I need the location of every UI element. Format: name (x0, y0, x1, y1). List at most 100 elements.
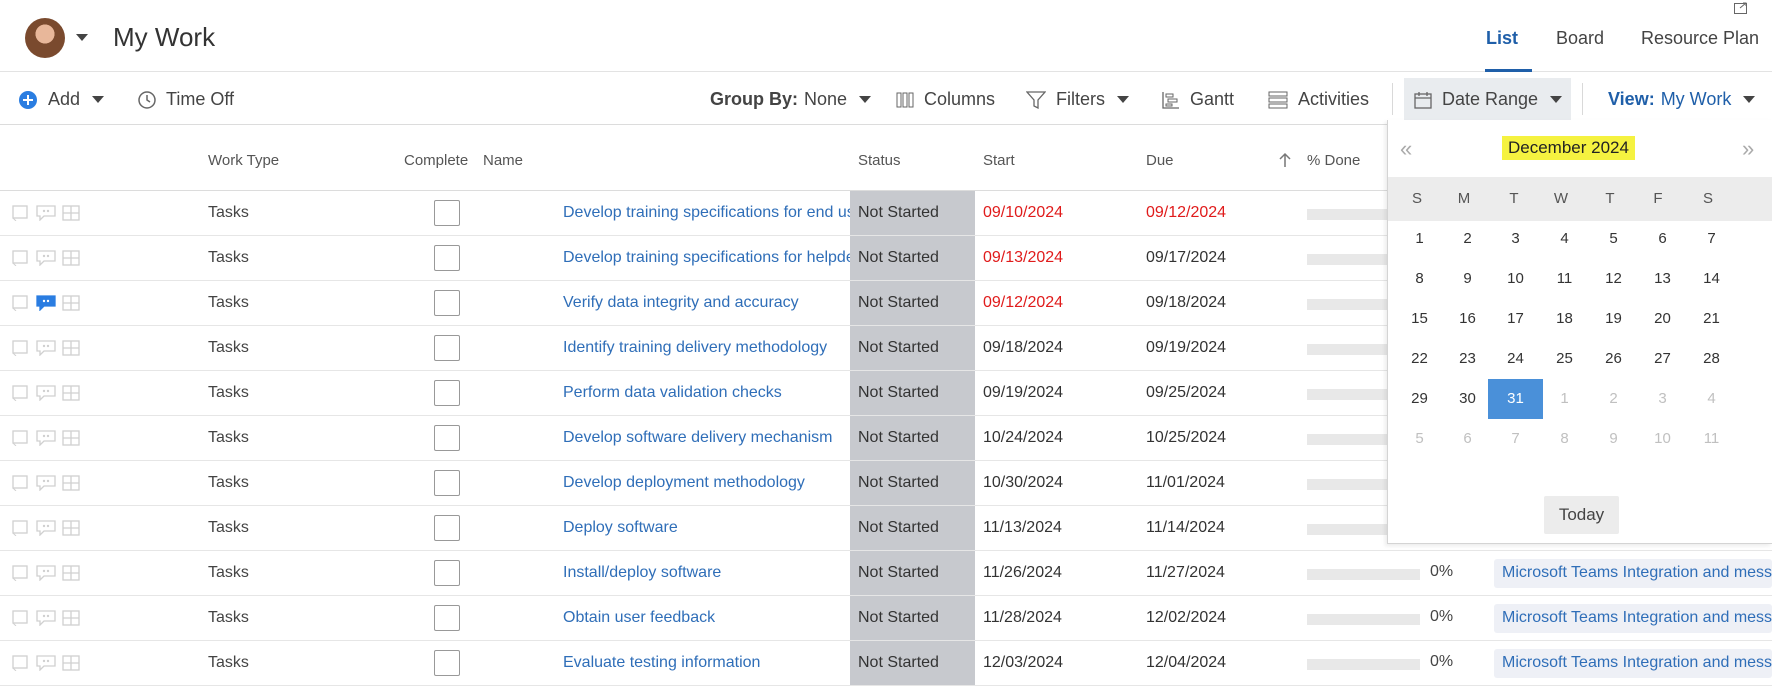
status-cell[interactable]: Not Started (858, 609, 939, 627)
layout-icon[interactable] (62, 520, 80, 536)
calendar-day[interactable]: 16 (1440, 299, 1495, 339)
project-tag[interactable]: Microsoft Teams Integration and messagin… (1494, 604, 1772, 633)
complete-checkbox[interactable] (434, 650, 460, 676)
status-cell[interactable]: Not Started (858, 384, 939, 402)
table-row[interactable]: Tasks Install/deploy software Not Started 1… (0, 551, 1772, 596)
calendar-day[interactable]: 1 (1392, 219, 1447, 259)
note-icon[interactable] (12, 520, 30, 536)
start-date-cell[interactable]: 09/19/2024 (983, 384, 1063, 402)
next-month-icon[interactable]: » (1742, 136, 1754, 162)
due-date-cell[interactable]: 12/04/2024 (1146, 654, 1226, 672)
calendar-day[interactable]: 18 (1537, 299, 1592, 339)
calendar-day[interactable]: 22 (1392, 339, 1447, 379)
calendar-day[interactable]: 4 (1537, 219, 1592, 259)
status-cell[interactable]: Not Started (858, 474, 939, 492)
calendar-day-selected[interactable]: 31 (1488, 379, 1543, 419)
column-header-work-type[interactable]: Work Type (208, 152, 279, 169)
date-range-dropdown[interactable]: Date Range (1414, 89, 1563, 110)
calendar-day[interactable]: 5 (1392, 419, 1447, 459)
due-date-cell[interactable]: 09/17/2024 (1146, 249, 1226, 267)
start-date-cell[interactable]: 12/03/2024 (983, 654, 1063, 672)
start-date-cell[interactable]: 11/26/2024 (983, 564, 1062, 582)
layout-icon[interactable] (62, 295, 80, 311)
column-header-percent-done[interactable]: % Done (1307, 152, 1360, 169)
activities-button[interactable]: Activities (1268, 89, 1369, 110)
complete-checkbox[interactable] (434, 335, 460, 361)
due-date-cell[interactable]: 09/18/2024 (1146, 294, 1226, 312)
comment-icon[interactable] (36, 205, 56, 221)
calendar-day[interactable]: 10 (1635, 419, 1690, 459)
gantt-button[interactable]: Gantt (1162, 89, 1234, 110)
layout-icon[interactable] (62, 475, 80, 491)
due-date-cell[interactable]: 11/27/2024 (1146, 564, 1225, 582)
calendar-day[interactable]: 11 (1684, 419, 1739, 459)
comment-icon[interactable] (36, 655, 56, 671)
note-icon[interactable] (12, 565, 30, 581)
complete-checkbox[interactable] (434, 425, 460, 451)
column-header-status[interactable]: Status (858, 152, 901, 169)
note-icon[interactable] (12, 655, 30, 671)
note-icon[interactable] (12, 430, 30, 446)
calendar-day[interactable]: 3 (1635, 379, 1690, 419)
layout-icon[interactable] (62, 610, 80, 626)
calendar-day[interactable]: 1 (1537, 379, 1592, 419)
comment-icon[interactable] (36, 385, 56, 401)
group-by-dropdown[interactable]: Group By: None (710, 89, 872, 110)
calendar-day[interactable]: 26 (1586, 339, 1641, 379)
calendar-day[interactable]: 10 (1488, 259, 1543, 299)
start-date-cell[interactable]: 09/18/2024 (983, 339, 1063, 357)
calendar-day[interactable]: 17 (1488, 299, 1543, 339)
avatar[interactable] (25, 18, 65, 58)
task-name-link[interactable]: Identify training delivery methodology (563, 339, 827, 357)
calendar-day[interactable]: 6 (1440, 419, 1495, 459)
calendar-day[interactable]: 20 (1635, 299, 1690, 339)
due-date-cell[interactable]: 12/02/2024 (1146, 609, 1226, 627)
comment-icon[interactable] (36, 610, 56, 626)
calendar-month-title[interactable]: December 2024 (1502, 136, 1635, 160)
column-header-complete[interactable]: Complete (404, 152, 468, 169)
complete-checkbox[interactable] (434, 200, 460, 226)
start-date-cell[interactable]: 09/12/2024 (983, 294, 1063, 312)
task-name-link[interactable]: Develop training specifications for help… (563, 249, 850, 267)
chevron-down-icon[interactable] (76, 34, 88, 41)
filters-dropdown[interactable]: Filters (1026, 89, 1129, 110)
prev-month-icon[interactable]: « (1400, 136, 1412, 162)
today-button[interactable]: Today (1544, 496, 1619, 534)
calendar-day[interactable]: 6 (1635, 219, 1690, 259)
calendar-day[interactable]: 13 (1635, 259, 1690, 299)
note-icon[interactable] (12, 475, 30, 491)
status-cell[interactable]: Not Started (858, 294, 939, 312)
calendar-day[interactable]: 24 (1488, 339, 1543, 379)
project-tag[interactable]: Microsoft Teams Integration and messagin… (1494, 559, 1772, 588)
task-name-link[interactable]: Develop training specifications for end … (563, 204, 850, 222)
layout-icon[interactable] (62, 340, 80, 356)
layout-icon[interactable] (62, 655, 80, 671)
task-name-link[interactable]: Develop software delivery mechanism (563, 429, 832, 447)
layout-icon[interactable] (62, 250, 80, 266)
status-cell[interactable]: Not Started (858, 654, 939, 672)
column-header-start[interactable]: Start (983, 152, 1015, 169)
comment-icon[interactable] (36, 520, 56, 536)
layout-icon[interactable] (62, 205, 80, 221)
calendar-day[interactable]: 25 (1537, 339, 1592, 379)
status-cell[interactable]: Not Started (858, 429, 939, 447)
complete-checkbox[interactable] (434, 560, 460, 586)
task-name-link[interactable]: Install/deploy software (563, 564, 721, 582)
project-tag[interactable]: Microsoft Teams Integration and messagin… (1494, 649, 1772, 678)
comment-icon[interactable] (36, 250, 56, 266)
calendar-day[interactable]: 9 (1586, 419, 1641, 459)
status-cell[interactable]: Not Started (858, 249, 939, 267)
calendar-day[interactable]: 29 (1392, 379, 1447, 419)
status-cell[interactable]: Not Started (858, 564, 939, 582)
calendar-day[interactable]: 8 (1392, 259, 1447, 299)
calendar-day[interactable]: 28 (1684, 339, 1739, 379)
note-icon[interactable] (12, 610, 30, 626)
calendar-day[interactable]: 12 (1586, 259, 1641, 299)
calendar-day[interactable]: 8 (1537, 419, 1592, 459)
due-date-cell[interactable]: 11/14/2024 (1146, 519, 1225, 537)
calendar-day[interactable]: 5 (1586, 219, 1641, 259)
task-name-link[interactable]: Perform data validation checks (563, 384, 782, 402)
calendar-day[interactable]: 7 (1684, 219, 1739, 259)
expand-icon[interactable] (1734, 2, 1748, 14)
table-row[interactable]: Tasks Evaluate testing information Not Sta… (0, 641, 1772, 686)
